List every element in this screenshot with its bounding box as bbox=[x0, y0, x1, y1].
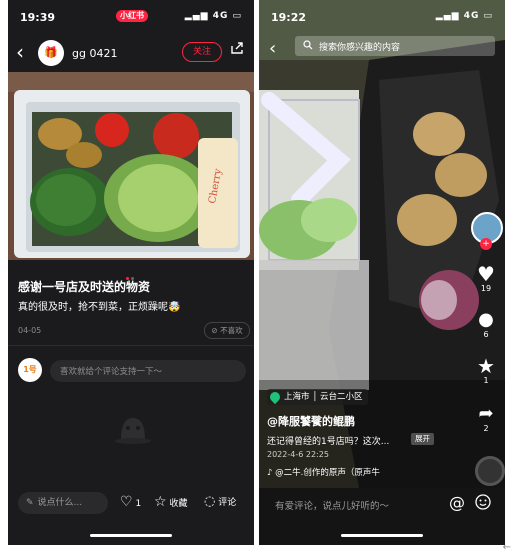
pen-icon: ✎ bbox=[26, 498, 34, 508]
comment-icon: ● bbox=[478, 309, 494, 330]
location-pin-icon bbox=[267, 389, 283, 404]
expand-button[interactable]: 展开 bbox=[411, 433, 434, 445]
empty-comments-icon bbox=[115, 418, 151, 444]
arrow-icon: ← bbox=[502, 542, 511, 553]
follow-button[interactable]: 关注 bbox=[182, 42, 222, 62]
star-icon: ★ bbox=[477, 354, 495, 378]
search-input[interactable]: 搜索你感兴趣的内容 bbox=[295, 36, 495, 56]
share-icon: ➦ bbox=[478, 403, 494, 424]
author-name[interactable]: @降服饕餮的鲲鹏 bbox=[267, 413, 355, 429]
share-button[interactable]: ➦ 2 bbox=[471, 403, 501, 434]
heart-icon: ♡ bbox=[120, 494, 133, 510]
status-bar: 19:39 小红书 ▂▄▆ 4G ▭ bbox=[8, 0, 254, 32]
status-bar-right: 19:22 ▂▄▆ 4G ▭ bbox=[259, 0, 505, 32]
creator-avatar[interactable]: + bbox=[471, 212, 503, 250]
app-badge: 小红书 bbox=[116, 10, 148, 22]
music-icon: ♪ bbox=[267, 468, 273, 478]
star-icon: ☆ bbox=[154, 494, 167, 510]
signal-indicator-right: ▂▄▆ 4G ▭ bbox=[435, 11, 493, 21]
comment-icon: ◌ bbox=[204, 494, 216, 509]
search-icon bbox=[303, 40, 313, 50]
post-date: 04-05 bbox=[18, 326, 42, 335]
post-photo[interactable]: Cherry bbox=[8, 72, 254, 260]
collect-button[interactable]: ☆ 收藏 bbox=[154, 494, 187, 510]
signal-indicator: ▂▄▆ 4G ▭ bbox=[184, 11, 242, 21]
say-something-input[interactable]: ✎ 说点什么... bbox=[18, 492, 108, 514]
left-screenshot: 19:39 小红书 ▂▄▆ 4G ▭ ‹ 🎁 gg 0421 关注 Cherry… bbox=[8, 0, 254, 545]
divider bbox=[8, 345, 254, 346]
comment-button[interactable]: ● 6 bbox=[471, 309, 501, 340]
heart-icon: ♥ bbox=[477, 262, 495, 286]
comment-input[interactable]: 有爱评论，说点儿好听的～ bbox=[275, 498, 389, 512]
right-screenshot: 19:22 ▂▄▆ 4G ▭ ‹ 搜索你感兴趣的内容 + ♥ 19 ● 6 ★ … bbox=[259, 0, 505, 545]
username[interactable]: gg 0421 bbox=[72, 47, 117, 60]
like-button[interactable]: ♡ 1 bbox=[120, 494, 141, 510]
like-button[interactable]: ♥ 19 bbox=[471, 264, 501, 293]
comment-button[interactable]: ◌ 评论 bbox=[204, 494, 236, 509]
avatar[interactable]: 🎁 bbox=[38, 40, 64, 66]
post-title: 感谢一号店及时送的物资 bbox=[18, 280, 151, 294]
post-description: 真的很及时，抢不到菜，正烦躁呢🤯 bbox=[18, 302, 181, 313]
user-avatar: 1号 bbox=[18, 358, 42, 382]
bottom-action-bar: ✎ 说点什么... ♡ 1 ☆ 收藏 ◌ 评论 bbox=[8, 490, 254, 520]
mention-icon[interactable]: @ bbox=[449, 493, 465, 512]
back-icon[interactable]: ‹ bbox=[269, 38, 276, 59]
post-header: ‹ 🎁 gg 0421 关注 bbox=[8, 34, 254, 72]
emoji-icon[interactable] bbox=[475, 494, 491, 510]
status-time: 19:39 bbox=[20, 11, 56, 24]
favorite-button[interactable]: ★ 1 bbox=[471, 356, 501, 385]
comment-bar: 有爱评论，说点儿好听的～ @ bbox=[259, 488, 505, 545]
home-indicator bbox=[90, 534, 172, 537]
comment-input[interactable]: 喜欢就给个评论支持一下～ bbox=[50, 360, 246, 382]
plus-icon[interactable]: + bbox=[480, 238, 492, 250]
home-indicator-right bbox=[341, 534, 423, 537]
music-info[interactable]: ♪ @二牛.创作的原声（原声牛 bbox=[267, 466, 380, 478]
location-tag[interactable]: 上海市 │ 云台二小区 bbox=[267, 389, 368, 405]
share-icon[interactable] bbox=[230, 41, 244, 55]
video-date: 2022-4-6 22:25 bbox=[267, 450, 329, 459]
music-disc[interactable] bbox=[475, 456, 505, 486]
back-icon[interactable]: ‹ bbox=[16, 42, 24, 62]
video-description: 还记得曾经的1号店吗？这次... bbox=[267, 437, 390, 447]
status-time-right: 19:22 bbox=[271, 11, 307, 24]
dislike-button[interactable]: ⊘ 不喜欢 bbox=[204, 322, 250, 339]
